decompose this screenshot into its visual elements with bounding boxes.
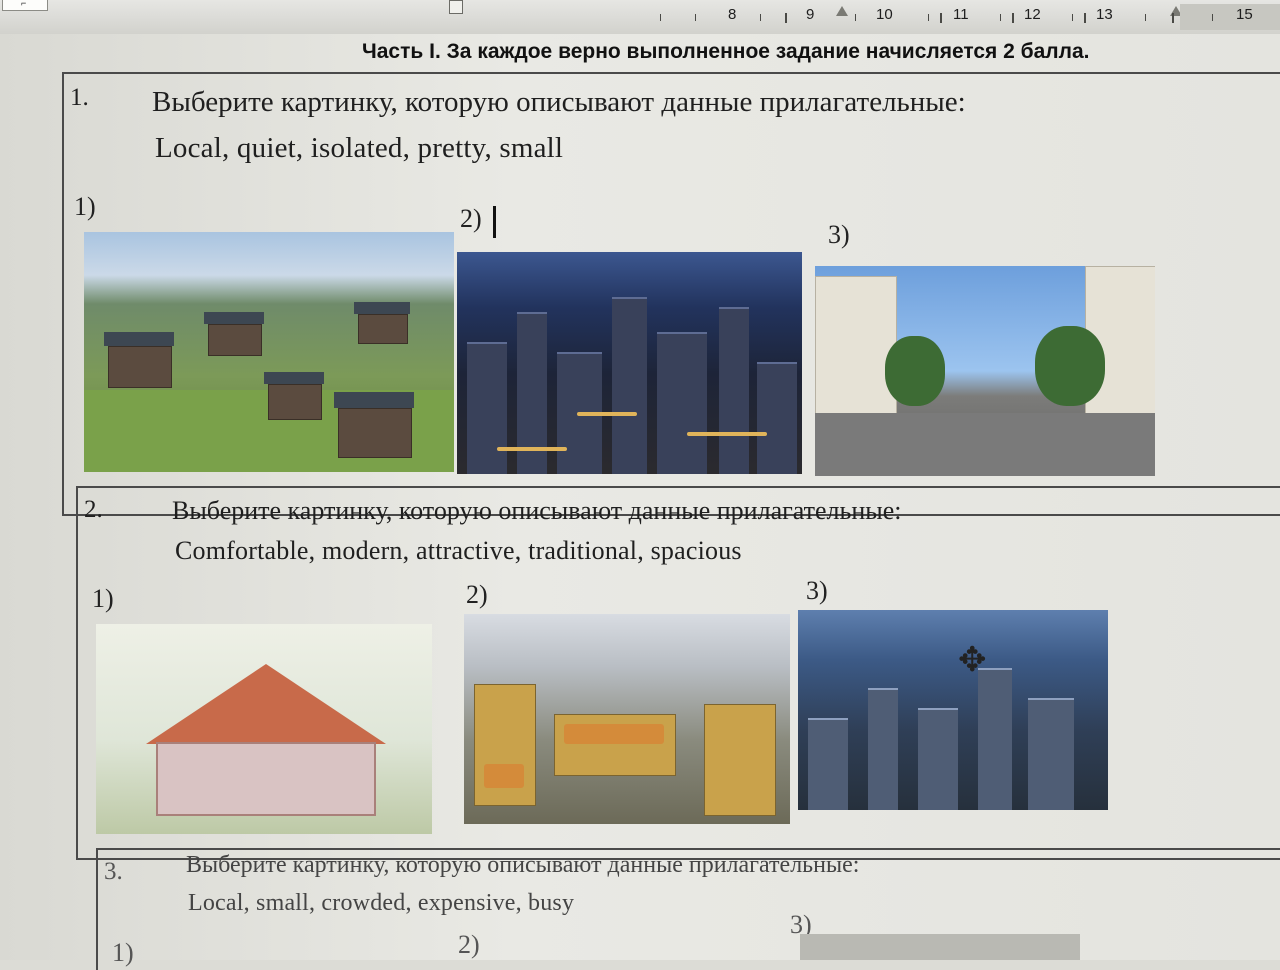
question-number: 3. bbox=[104, 858, 123, 885]
building bbox=[918, 708, 958, 810]
option-label: 3) bbox=[806, 576, 828, 605]
question-adjectives: Local, small, crowded, expensive, busy bbox=[188, 890, 575, 916]
ruler-tick bbox=[928, 14, 929, 21]
tab-stop-marker[interactable] bbox=[449, 0, 463, 14]
option-label: 1) bbox=[74, 192, 96, 221]
option-label: 1) bbox=[92, 584, 114, 613]
road bbox=[815, 413, 1155, 476]
tab-selector-icon[interactable]: ⌐ bbox=[2, 0, 48, 11]
ruler-number: 15 bbox=[1236, 6, 1253, 23]
building bbox=[612, 297, 647, 474]
right-margin-area bbox=[1180, 4, 1280, 30]
ruler-number: 8 bbox=[728, 6, 737, 23]
ruler-tick bbox=[855, 14, 856, 21]
roof bbox=[334, 392, 414, 408]
ruler-tick bbox=[1212, 14, 1213, 21]
house bbox=[108, 346, 172, 388]
building bbox=[719, 307, 749, 474]
building bbox=[757, 362, 797, 474]
question-prompt: Выберите картинку, которую описывают дан… bbox=[172, 496, 902, 525]
roof bbox=[146, 664, 386, 744]
ruler-tick bbox=[1145, 14, 1146, 21]
house bbox=[338, 408, 412, 458]
text-caret bbox=[493, 206, 496, 238]
village-photo[interactable] bbox=[84, 232, 454, 472]
building bbox=[808, 718, 848, 810]
building bbox=[978, 668, 1012, 810]
ruler-number: 13 bbox=[1096, 6, 1113, 23]
option-label: 3) bbox=[828, 220, 850, 249]
ruler-tick bbox=[660, 14, 661, 21]
question-adjectives: Local, quiet, isolated, pretty, small bbox=[155, 132, 564, 164]
city-skyline-photo[interactable]: ✥ bbox=[798, 610, 1108, 810]
ruler-number: 12 bbox=[1024, 6, 1041, 23]
option-label: 2) bbox=[466, 580, 488, 609]
ruler-tick bbox=[695, 14, 696, 21]
roof bbox=[354, 302, 410, 314]
horizontal-ruler[interactable]: ⌐ 8 9 10 11 12 13 15 bbox=[0, 0, 1280, 35]
ruler-half-tick bbox=[1012, 13, 1014, 23]
move-cursor-icon: ✥ bbox=[958, 640, 987, 680]
ruler-half-tick bbox=[1172, 13, 1174, 23]
question-prompt: Выберите картинку, которую описывают дан… bbox=[152, 86, 966, 118]
document-page[interactable]: Часть I. За каждое верно выполненное зад… bbox=[0, 34, 1280, 970]
roof bbox=[104, 332, 174, 346]
ruler-number: 9 bbox=[806, 6, 815, 23]
option-label: 1) bbox=[112, 938, 134, 967]
produce bbox=[564, 724, 664, 744]
question-prompt: Выберите картинку, которую описывают дан… bbox=[186, 852, 860, 878]
house bbox=[208, 324, 262, 356]
street-lights bbox=[577, 412, 637, 416]
building bbox=[467, 342, 507, 474]
night-city-photo[interactable] bbox=[457, 252, 802, 474]
street-lights bbox=[497, 447, 567, 451]
street-photo[interactable] bbox=[815, 266, 1155, 476]
building bbox=[657, 332, 707, 474]
ruler-tick bbox=[1072, 14, 1073, 21]
question-adjectives: Comfortable, modern, attractive, traditi… bbox=[175, 536, 742, 565]
picture-strip[interactable] bbox=[800, 934, 1080, 960]
option-label: 2) bbox=[460, 204, 482, 233]
part-heading: Часть I. За каждое верно выполненное зад… bbox=[362, 40, 1090, 63]
tree bbox=[1035, 326, 1105, 406]
ruler-number: 10 bbox=[876, 6, 893, 23]
building bbox=[1028, 698, 1074, 810]
market-photo[interactable] bbox=[464, 614, 790, 824]
ruler-tick bbox=[760, 14, 761, 21]
ruler-half-tick bbox=[1084, 13, 1086, 23]
ruler-tick bbox=[1000, 14, 1001, 21]
question-number: 1. bbox=[70, 84, 89, 111]
shelf bbox=[704, 704, 776, 816]
building bbox=[868, 688, 898, 810]
tree bbox=[885, 336, 945, 406]
cottage-drawing[interactable] bbox=[96, 624, 432, 834]
ruler-half-tick bbox=[940, 13, 942, 23]
question-number: 2. bbox=[84, 496, 103, 523]
street-lights bbox=[687, 432, 767, 436]
roof bbox=[264, 372, 324, 384]
option-label: 2) bbox=[458, 930, 480, 959]
roof bbox=[204, 312, 264, 324]
produce bbox=[484, 764, 524, 788]
apartment-building bbox=[815, 276, 897, 418]
ruler-half-tick bbox=[785, 13, 787, 23]
house-facade bbox=[156, 742, 376, 816]
first-line-indent-marker[interactable] bbox=[836, 6, 848, 16]
house bbox=[358, 314, 408, 344]
ruler-number: 11 bbox=[953, 6, 969, 23]
house bbox=[268, 384, 322, 420]
